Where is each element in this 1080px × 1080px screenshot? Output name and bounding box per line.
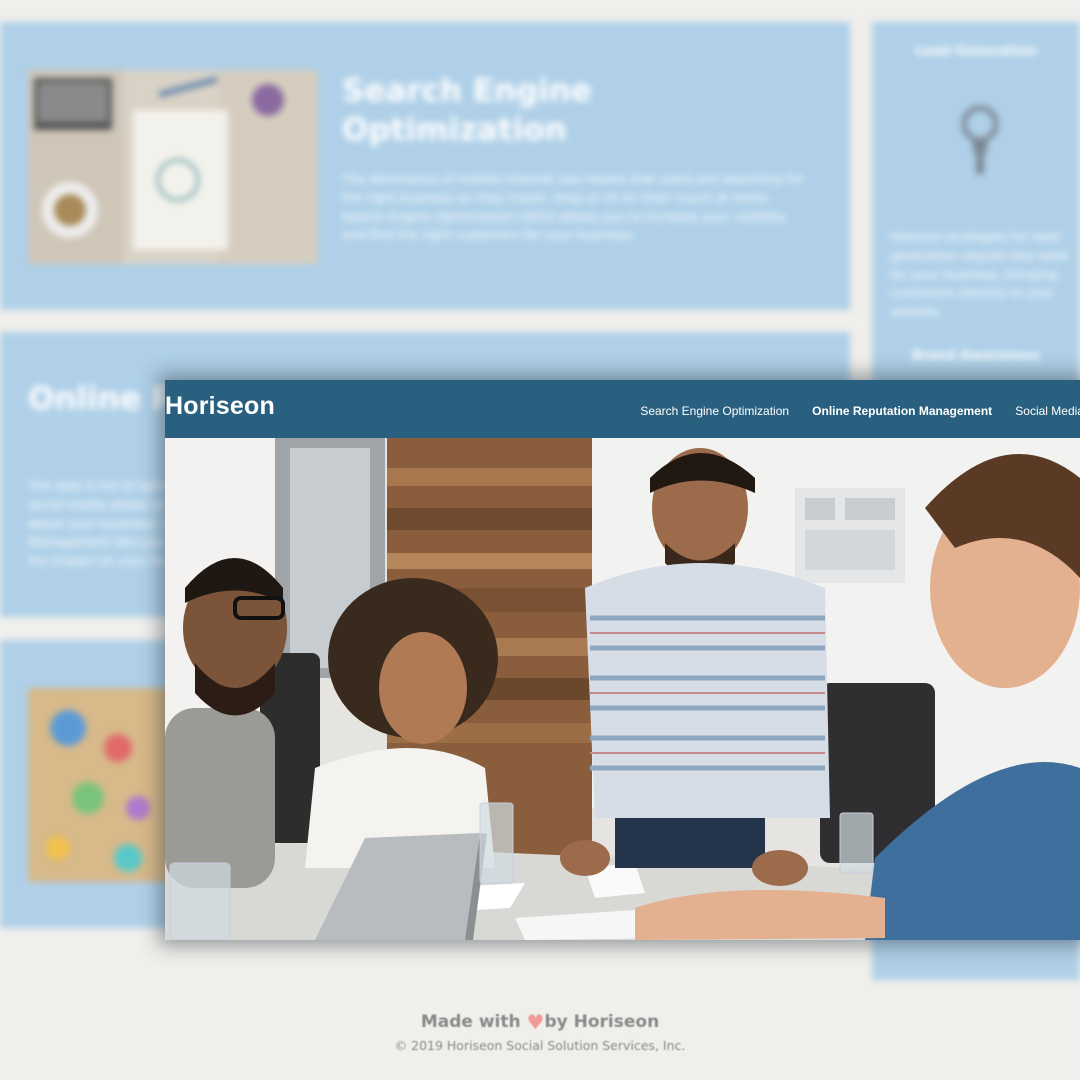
heart-icon: ♥	[526, 1010, 545, 1034]
nav-link-seo[interactable]: Search Engine Optimization	[640, 404, 789, 418]
seo-thumbnail	[28, 70, 318, 264]
footer: Made with ♥by Horiseon © 2019 Horiseon S…	[0, 1010, 1080, 1053]
seo-card: Search Engine Optimization The dominance…	[0, 22, 850, 310]
foreground-window: Horiseon Search Engine Optimization Onli…	[165, 380, 1080, 940]
lightbulb-icon	[961, 102, 999, 186]
site-header: Horiseon Search Engine Optimization Onli…	[165, 380, 1080, 438]
logo[interactable]: Horiseon	[165, 392, 275, 421]
social-media-thumbnail	[28, 688, 178, 882]
seo-card-text: The dominance of mobile internet use mea…	[342, 171, 804, 243]
copyright: © 2019 Horiseon Social Solution Services…	[394, 1038, 686, 1053]
by-text: by Horiseon	[544, 1012, 660, 1032]
seo-card-title: Search Engine Optimization	[342, 73, 592, 148]
main-nav: Search Engine Optimization Online Reputa…	[622, 400, 1080, 419]
aside-heading-lead: Lead Generation	[915, 44, 1037, 59]
aside-heading-brand: Brand Awareness	[912, 349, 1040, 364]
nav-link-social-media[interactable]: Social Media Marketing	[1015, 404, 1080, 418]
hero-image	[165, 438, 1080, 940]
made-with-text: Made with	[420, 1012, 527, 1032]
made-with-line: Made with ♥by Horiseon	[0, 1010, 1080, 1034]
team-meeting-photo	[165, 438, 1080, 940]
nav-link-reputation[interactable]: Online Reputation Management	[812, 404, 992, 418]
aside-text: Inbound strategies for lead generation r…	[890, 229, 1069, 319]
